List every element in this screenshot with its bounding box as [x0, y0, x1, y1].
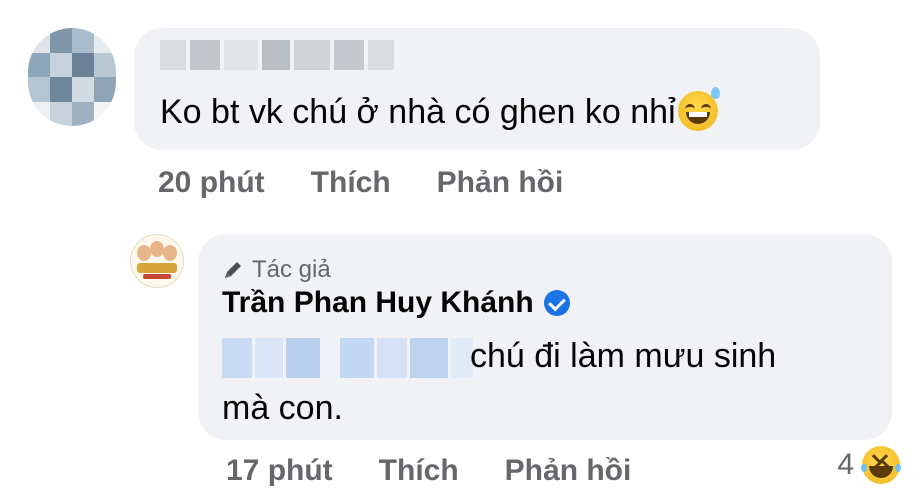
pencil-icon — [222, 259, 244, 281]
reply-bubble: Tác giả Trần Phan Huy Khánh chú đi làm m… — [198, 234, 892, 440]
author-avatar[interactable] — [130, 234, 184, 288]
author-badge-label: Tác giả — [252, 256, 331, 283]
reaction-summary[interactable]: 4 — [837, 446, 901, 484]
reply-timestamp[interactable]: 17 phút — [226, 454, 333, 488]
reply-actions: 17 phút Thích Phản hồi — [226, 454, 631, 488]
comment-actions: 20 phút Thích Phản hồi — [158, 166, 563, 200]
comment-text: Ko bt vk chú ở nhà có ghen ko nhỉ — [160, 87, 720, 134]
grinning-sweat-emoji-icon — [677, 87, 720, 131]
mentioned-user-blurred[interactable] — [222, 338, 473, 378]
comment-timestamp[interactable]: 20 phút — [158, 166, 265, 200]
comment-text-content: Ko bt vk chú ở nhà có ghen ko nhỉ — [160, 93, 676, 131]
verified-badge-icon — [543, 290, 570, 316]
laughing-emoji-icon — [861, 446, 901, 484]
author-badge: Tác giả — [222, 256, 331, 284]
author-name[interactable]: Trần Phan Huy Khánh — [222, 286, 570, 320]
like-button[interactable]: Thích — [311, 166, 391, 200]
commenter-avatar-blurred[interactable] — [28, 28, 116, 126]
reaction-count: 4 — [837, 448, 854, 481]
like-button[interactable]: Thích — [379, 454, 459, 488]
commenter-name-blurred[interactable] — [160, 40, 394, 70]
reply-text-line2: mà con. — [222, 389, 343, 427]
reply-button[interactable]: Phản hồi — [505, 454, 632, 488]
reply-text-line1: chú đi làm mưu sinh — [470, 337, 777, 375]
author-name-text[interactable]: Trần Phan Huy Khánh — [222, 286, 534, 320]
comment-bubble: Ko bt vk chú ở nhà có ghen ko nhỉ — [134, 28, 820, 150]
reply-button[interactable]: Phản hồi — [437, 166, 564, 200]
